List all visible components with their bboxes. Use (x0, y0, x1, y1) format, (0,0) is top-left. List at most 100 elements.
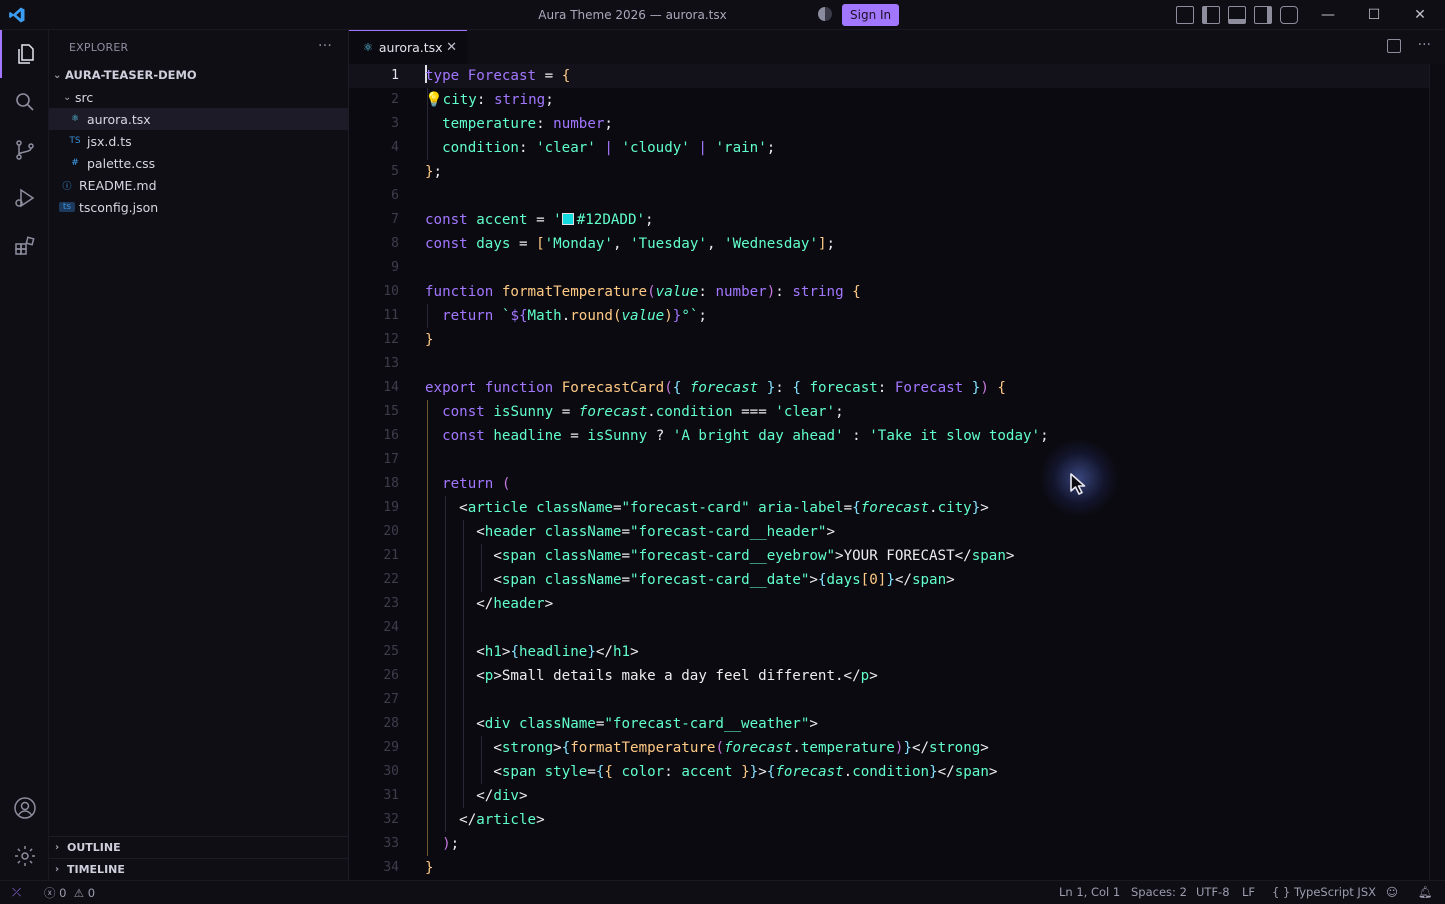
copilot-status-icon[interactable]: ☺ (1386, 885, 1398, 899)
file-aurora-tsx[interactable]: ⚛ aurora.tsx (49, 108, 348, 130)
indent-guide (427, 400, 428, 856)
line-number: 24 (383, 620, 399, 635)
line-number: 11 (383, 308, 399, 323)
account-icon[interactable] (0, 784, 49, 832)
vertical-scrollbar[interactable] (1429, 64, 1445, 880)
file-label: palette.css (87, 155, 156, 171)
tab-bar: ⚛ aurora.tsx ✕ ··· (349, 30, 1445, 64)
vscode-logo-icon[interactable] (8, 6, 26, 24)
encoding[interactable]: UTF-8 (1196, 885, 1230, 899)
close-tab-icon[interactable]: ✕ (446, 40, 457, 55)
close-window-icon[interactable]: ✕ (1410, 5, 1430, 25)
explorer-more-icon[interactable]: ··· (318, 38, 332, 54)
file-tsconfig[interactable]: ts tsconfig.json (49, 196, 348, 218)
maximize-icon[interactable]: ☐ (1364, 5, 1384, 25)
notifications-bell-icon[interactable]: 🔔︎ (1418, 885, 1433, 899)
info-file-icon: ⓘ (62, 181, 72, 192)
code-text: temperature: number; (442, 116, 613, 132)
chevron-down-icon: ⌄ (53, 69, 62, 81)
file-jsx-d-ts[interactable]: TS jsx.d.ts (49, 130, 348, 152)
line-number: 34 (383, 860, 399, 875)
settings-gear-icon[interactable] (0, 832, 49, 880)
indent-guide (427, 304, 428, 328)
line-number: 18 (383, 476, 399, 491)
line-number: 27 (383, 692, 399, 707)
extensions-icon[interactable] (0, 222, 49, 270)
toggle-primary-sidebar-icon[interactable] (1202, 6, 1220, 24)
sign-in-button[interactable]: Sign In (842, 4, 900, 26)
toggle-panel-icon[interactable] (1228, 6, 1246, 24)
line-number: 25 (383, 644, 399, 659)
remote-icon[interactable]: ⤫ (12, 885, 21, 900)
error-count: 0 (59, 886, 67, 900)
indent-guide (481, 736, 482, 784)
code-line: 30 <span style={{ color: accent }}>{fore… (349, 760, 1429, 784)
code-line: 8 const days = ['Monday', 'Tuesday', 'Wed… (349, 232, 1429, 256)
activity-bar (0, 30, 49, 880)
code-text: <div className="forecast-card__weather"> (476, 716, 818, 732)
toggle-secondary-sidebar-icon[interactable] (1254, 6, 1272, 24)
line-number: 6 (391, 188, 399, 203)
file-readme[interactable]: ⓘ README.md (49, 174, 348, 196)
language-mode[interactable]: TypeScript JSX (1294, 885, 1376, 899)
editor-more-icon[interactable]: ··· (1418, 37, 1431, 53)
file-label: aurora.tsx (87, 111, 151, 127)
line-number: 5 (391, 164, 399, 179)
workspace-root[interactable]: ⌄ AURA-TEASER-DEMO (49, 64, 348, 86)
code-text: export function ForecastCard({ forecast … (425, 380, 1006, 396)
file-palette-css[interactable]: # palette.css (49, 152, 348, 174)
mouse-pointer-icon (1070, 473, 1086, 495)
run-debug-icon[interactable] (0, 174, 49, 222)
line-number: 15 (383, 404, 399, 419)
code-line: 21 <span className="forecast-card__eyebr… (349, 544, 1429, 568)
react-file-icon: ⚛ (363, 41, 373, 54)
editor-area: ⚛ aurora.tsx ✕ ··· 1 type Forecast = { 2 💡… (349, 30, 1445, 880)
line-number: 7 (391, 212, 399, 227)
tab-aurora-tsx[interactable]: ⚛ aurora.tsx ✕ (349, 30, 467, 64)
code-text: <span className="forecast-card__eyebrow"… (493, 548, 1015, 564)
code-editor[interactable]: 1 type Forecast = { 2 💡city: string; 3 tem… (349, 64, 1429, 880)
source-control-icon[interactable] (0, 126, 49, 174)
line-number: 3 (391, 116, 399, 131)
folder-src[interactable]: ⌄ src (49, 86, 348, 108)
workspace-root-label: AURA-TEASER-DEMO (65, 68, 197, 82)
line-number: 29 (383, 740, 399, 755)
end-of-line[interactable]: LF (1242, 885, 1255, 899)
code-text: return `${Math.round(value)}°`; (442, 308, 707, 324)
code-line: 19 <article className="forecast-card" ar… (349, 496, 1429, 520)
panel-label: TIMELINE (67, 863, 125, 876)
explorer-header: EXPLORER ··· (49, 30, 348, 64)
line-number: 16 (383, 428, 399, 443)
code-line: 26 <p>Small details make a day feel diff… (349, 664, 1429, 688)
code-text: const isSunny = forecast.condition === '… (442, 404, 844, 420)
outline-panel[interactable]: › OUTLINE (49, 836, 349, 858)
cursor-position[interactable]: Ln 1, Col 1 (1059, 885, 1120, 899)
color-swatch[interactable] (561, 213, 574, 225)
line-number: 19 (383, 500, 399, 515)
code-line: 13 (349, 352, 1429, 376)
indentation[interactable]: Spaces: 2 (1131, 885, 1187, 899)
code-line: 4 condition: 'clear' | 'cloudy' | 'rain'… (349, 136, 1429, 160)
customize-layout-icon[interactable] (1176, 6, 1194, 24)
line-number: 26 (383, 668, 399, 683)
minimize-icon[interactable]: — (1318, 5, 1338, 25)
code-line: 10 function formatTemperature(value: numb… (349, 280, 1429, 304)
chat-icon[interactable] (1280, 6, 1298, 24)
code-line: 5}; (349, 160, 1429, 184)
error-icon: ⓧ (44, 886, 56, 900)
explorer-icon[interactable] (0, 30, 49, 78)
code-line: 23 </header> (349, 592, 1429, 616)
code-text: <h1>{headline}</h1> (476, 644, 639, 660)
code-text: function formatTemperature(value: number… (425, 284, 861, 300)
code-line: 22 <span className="forecast-card__date"… (349, 568, 1429, 592)
line-number: 14 (383, 380, 399, 395)
timeline-panel[interactable]: › TIMELINE (49, 858, 349, 880)
line-number: 21 (383, 548, 399, 563)
split-editor-icon[interactable] (1387, 39, 1401, 53)
code-text: const accent = ' #12DADD'; (425, 212, 654, 228)
search-icon[interactable] (0, 78, 49, 126)
copilot-icon[interactable] (818, 7, 832, 21)
language-braces-icon[interactable]: { } (1272, 885, 1290, 899)
problems-indicator[interactable]: ⓧ 0 ⚠ 0 (44, 885, 95, 901)
line-number: 12 (383, 332, 399, 347)
